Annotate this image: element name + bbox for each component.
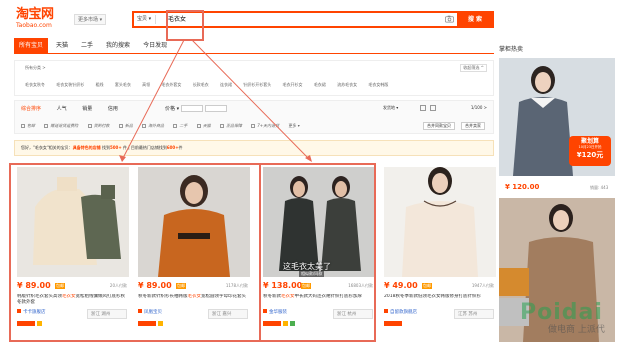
grid-view-icon[interactable] [420, 105, 426, 111]
keyword-link[interactable]: 长款毛衣 [193, 82, 209, 87]
more-filters[interactable]: 更多 ▾ [288, 123, 299, 128]
merge-sellers-button[interactable]: 合并卖家 [461, 122, 485, 130]
category-breadcrumb[interactable]: 所有分类 > [25, 65, 46, 71]
price-max-input[interactable] [204, 105, 227, 112]
camera-icon[interactable] [445, 15, 454, 23]
product-image[interactable] [384, 167, 496, 277]
filter-panel: 所有分类 > 收起筛选 ^ 毛衣女秋冬 毛衣女装针织衫 粗线 套头毛衣 高领 毛… [14, 60, 494, 96]
sort-bar: 综合排序 人气 销量 信用 价格 ▾ 发货地 ▾ 1/100 > 包邮 赠送退货… [14, 100, 494, 134]
keyword-link[interactable]: 高领 [142, 82, 150, 87]
logo-subtext: Taobao.com [16, 22, 52, 29]
tab-underline [14, 53, 494, 54]
checkbox-genuine[interactable]: 正品保障 [219, 123, 242, 128]
keyword-link[interactable]: 毛衣开衫女 [283, 82, 303, 87]
annotation-box-selected [259, 163, 376, 342]
pagination[interactable]: 1/100 > [471, 105, 487, 110]
checkbox-new[interactable]: 新品 [118, 123, 133, 128]
service-badge [384, 321, 402, 326]
product-card[interactable]: ¥ 49.00 包邮 1947人付款 2018秋冬季新款低领毛衣女韩版修身打底针… [380, 163, 496, 341]
sidebar-price: ¥ 120.00 [505, 183, 540, 191]
watermark-tagline: 做电商 上派代 [548, 325, 605, 335]
keyword-link[interactable]: 粗线 [96, 82, 104, 87]
merge-items-button[interactable]: 合并同款宝贝 [423, 122, 455, 130]
search-type-dropdown[interactable]: 宝贝 ▾ [137, 15, 157, 24]
annotation-box-search [166, 10, 204, 41]
checkbox-tmall[interactable]: 天猫 [196, 123, 211, 128]
product-location: 江苏 苏州 [454, 309, 494, 319]
sidebar-promo-card[interactable]: 聚划算 10月23日开抢 ¥120元 [499, 58, 615, 176]
shop-link[interactable]: 自留款旗舰店 [384, 309, 417, 315]
free-shipping-badge: 包邮 [422, 283, 432, 289]
checkbox-free-shipping[interactable]: 包邮 [21, 123, 35, 128]
keyword-link[interactable]: 针织衫开衫套头 [243, 82, 271, 87]
keyword-link[interactable]: 流苏毛衣女 [337, 82, 357, 87]
keyword-link[interactable]: 毛衣裙 [314, 82, 326, 87]
sidebar-sold-count: 销量: 443 [590, 185, 609, 190]
tab-tmall[interactable]: 天猫 [51, 38, 73, 53]
related-keywords: 毛衣女秋冬 毛衣女装针织衫 粗线 套头毛衣 高领 毛衣外套女 长款毛衣 连衣裙 … [25, 82, 398, 88]
location-dropdown[interactable]: 更多市场 ▾ [74, 14, 107, 25]
keyword-link[interactable]: 毛衣女韩版 [368, 82, 388, 87]
list-view-icon[interactable] [430, 105, 436, 111]
checkbox-7day-return[interactable]: 7+天内退货 [251, 123, 279, 128]
price-min-input[interactable] [180, 105, 203, 112]
keyword-link[interactable]: 毛衣外套女 [161, 82, 181, 87]
arrow-head-left [119, 155, 126, 162]
checkbox-secondhand[interactable]: 二手 [173, 123, 187, 128]
keyword-link[interactable]: 毛衣女秋冬 [25, 82, 45, 87]
promo-badge: 聚划算 10月23日开抢 ¥120元 [569, 136, 611, 166]
keyword-link[interactable]: 毛衣女装针织衫 [56, 82, 84, 87]
collapse-filter-button[interactable]: 收起筛选 ^ [460, 64, 487, 72]
keyword-link[interactable]: 连衣裙 [220, 82, 232, 87]
checkbox-cod[interactable]: 货到付款 [87, 123, 110, 128]
sold-count: 1947人付款 [471, 283, 494, 288]
sort-popularity[interactable]: 人气 [57, 105, 67, 112]
product-title[interactable]: 2018秋冬季新款低领毛衣女韩版修身打底针织衫 [384, 294, 494, 306]
sidebar-title: 掌柜热卖 [499, 46, 524, 53]
tab-secondhand[interactable]: 二手 [76, 38, 98, 53]
checkbox-return-insurance[interactable]: 赠送退货运费险 [44, 123, 78, 128]
sort-credit[interactable]: 信用 [108, 105, 118, 112]
tab-my-search[interactable]: 我的搜索 [101, 38, 135, 53]
logo-text: 淘宝网 [16, 7, 54, 22]
filter-checkboxes: 包邮 赠送退货运费险 货到付款 新品 海外商品 二手 天猫 正品保障 7+天内退… [21, 123, 308, 129]
search-button[interactable]: 搜 索 [457, 11, 493, 28]
sort-sales[interactable]: 销量 [82, 105, 92, 112]
result-notice: 您好，"毛衣女"相关的宝贝：具备特色的店铺 找到500+ 件 | 目前最热门店铺… [14, 140, 494, 156]
price-label[interactable]: 价格 ▾ [165, 106, 179, 112]
product-price: ¥ 49.00 [384, 281, 418, 290]
checkbox-overseas[interactable]: 海外商品 [142, 123, 164, 128]
arrow-head-right [305, 155, 312, 162]
tab-all-items[interactable]: 所有宝贝 [14, 38, 49, 53]
ship-from-dropdown[interactable]: 发货地 ▾ [383, 105, 398, 111]
keyword-link[interactable]: 套头毛衣 [115, 82, 131, 87]
taobao-logo[interactable]: 淘宝网 Taobao.com [16, 7, 68, 30]
sort-default[interactable]: 综合排序 [21, 105, 41, 112]
price-range: 价格 ▾ [165, 105, 229, 112]
